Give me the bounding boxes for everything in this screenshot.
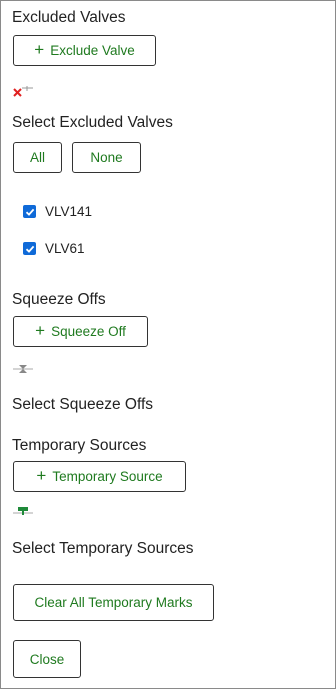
vlv141-label: VLV141 (45, 204, 93, 219)
clear-all-temporary-marks-button[interactable]: Clear All Temporary Marks (13, 584, 214, 621)
plus-icon: + (35, 321, 46, 340)
checkmark-icon (25, 208, 34, 216)
valve-list-item: VLV141 (23, 204, 92, 219)
vlv61-label: VLV61 (45, 241, 85, 256)
plus-icon: + (36, 466, 47, 485)
temporary-marks-panel: Excluded Valves + Exclude Valve Select E… (0, 0, 336, 689)
temporary-source-marker-icon (13, 507, 33, 515)
vlv61-checkbox[interactable] (23, 242, 36, 255)
temporary-sources-heading: Temporary Sources (12, 437, 147, 454)
exclude-valve-label: Exclude Valve (50, 43, 135, 58)
checkmark-icon (25, 245, 34, 253)
squeeze-off-label: Squeeze Off (51, 324, 126, 339)
select-none-button[interactable]: None (72, 142, 141, 173)
select-all-button[interactable]: All (13, 142, 62, 173)
vlv141-checkbox[interactable] (23, 205, 36, 218)
close-button[interactable]: Close (13, 640, 81, 678)
squeeze-offs-heading: Squeeze Offs (12, 291, 106, 308)
squeeze-off-marker-icon (13, 365, 33, 373)
temporary-source-label: Temporary Source (52, 469, 163, 484)
squeeze-off-button[interactable]: + Squeeze Off (13, 316, 148, 347)
exclude-valve-button[interactable]: + Exclude Valve (13, 35, 156, 66)
excluded-valves-heading: Excluded Valves (12, 9, 126, 26)
valve-list-item: VLV61 (23, 241, 85, 256)
select-squeeze-offs-heading: Select Squeeze Offs (12, 396, 154, 413)
plus-icon: + (34, 40, 45, 59)
select-excluded-valves-heading: Select Excluded Valves (12, 114, 173, 131)
select-temporary-sources-heading: Select Temporary Sources (12, 540, 194, 557)
temporary-source-button[interactable]: + Temporary Source (13, 461, 186, 492)
excluded-valve-marker-icon (13, 86, 33, 97)
